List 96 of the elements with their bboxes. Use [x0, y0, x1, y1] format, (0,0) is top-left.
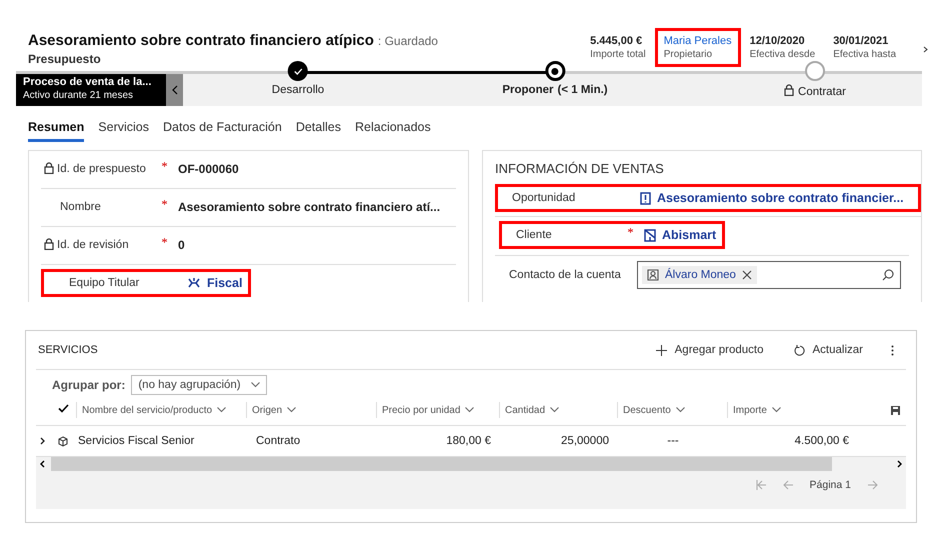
tab[interactable]: Servicios: [98, 120, 149, 142]
stage-duration: (< 1 Min.): [557, 84, 608, 96]
field-value: 0: [178, 238, 186, 252]
record-title: Asesoramiento sobre contrato financiero atípico: [28, 32, 374, 49]
chevron-down-icon: [287, 407, 296, 413]
lookup-link[interactable]: Asesoramiento sobre contrato financier...: [657, 191, 904, 205]
tab[interactable]: Detalles: [296, 120, 341, 142]
contact-icon: [647, 269, 659, 281]
save-status: : Guardado: [378, 34, 438, 48]
field-label: Oportunidad: [512, 190, 576, 206]
first-page-icon: [756, 480, 767, 490]
field-value: OF-000060: [178, 162, 240, 176]
field-label: Id. de revisión: [57, 239, 129, 251]
lock-icon: [44, 162, 54, 174]
column-header[interactable]: Descuento: [617, 402, 727, 418]
chevron-down-icon: [676, 407, 685, 413]
field-label: Id. de prespuesto: [57, 163, 146, 175]
plus-icon: [656, 344, 667, 356]
chevron-down-icon: [217, 407, 226, 413]
chevron-down-icon: [772, 407, 781, 413]
chevron-down-icon: [465, 407, 474, 413]
collapse-button[interactable]: [166, 74, 183, 106]
lookup-link[interactable]: Fiscal: [207, 276, 242, 290]
field-label: Nombre: [60, 201, 101, 213]
group-by-dropdown[interactable]: (no hay agrupación): [131, 375, 267, 395]
tab[interactable]: Relacionados: [354, 120, 431, 142]
stat-value: 12/10/2020: [750, 35, 806, 47]
lock-icon: [44, 238, 54, 250]
tab[interactable]: Datos de Facturación: [163, 120, 282, 142]
chevron-down-icon: [250, 382, 260, 388]
scroll-left-icon[interactable]: [40, 460, 45, 468]
page-number: Página 1: [810, 479, 851, 491]
process-name: Proceso de venta de la...: [23, 76, 152, 88]
stage-label[interactable]: Desarrollo: [272, 84, 324, 96]
check-icon[interactable]: [58, 404, 69, 413]
required-icon: [162, 200, 167, 205]
stat-value: 5.445,00 €: [590, 35, 644, 47]
check-icon: [294, 68, 302, 74]
add-product-button[interactable]: Agregar producto: [650, 343, 770, 357]
stat-label: Efectiva hasta: [833, 49, 896, 60]
scroll-right-icon[interactable]: [897, 460, 902, 468]
field-label: Cliente: [516, 228, 552, 242]
save-icon[interactable]: [891, 406, 900, 414]
stat-label: Efectiva desde: [750, 49, 816, 60]
box-icon: [58, 436, 68, 446]
table-cell-text: 180,00 €: [445, 435, 492, 447]
search-icon[interactable]: [882, 269, 894, 281]
lookup-link[interactable]: Abismart: [662, 228, 716, 242]
table-cell-text: Contrato: [255, 435, 302, 447]
close-icon[interactable]: [742, 270, 752, 280]
tab[interactable]: Resumen: [28, 120, 84, 142]
table-cell-text: 25,00000: [560, 435, 610, 447]
document-icon: [640, 192, 651, 204]
chevron-right-icon[interactable]: [40, 437, 46, 445]
required-icon: [162, 162, 167, 167]
table-cell-text: ---: [666, 435, 680, 447]
column-header[interactable]: Origen: [246, 402, 376, 418]
section-title: SERVICIOS: [38, 344, 99, 356]
chevron-down-icon: [550, 407, 560, 413]
chevron-left-icon: [172, 85, 178, 95]
building-icon: [644, 228, 656, 242]
lock-icon: [784, 84, 794, 96]
contact-field[interactable]: Álvaro Moneo: [637, 261, 901, 289]
stage-marker[interactable]: [545, 61, 565, 81]
process-panel[interactable]: Proceso de venta de la... Activo durante 21 meses: [16, 74, 166, 106]
stat-value: 30/01/2021: [833, 35, 890, 47]
refresh-icon: [794, 344, 804, 356]
refresh-button[interactable]: Actualizar: [788, 343, 869, 357]
required-icon: [628, 228, 633, 233]
table-cell-text: Servicios Fiscal Senior: [77, 435, 196, 447]
more-icon[interactable]: [891, 344, 894, 356]
record-type: Presupuesto: [28, 52, 102, 66]
stage-marker[interactable]: [288, 61, 308, 81]
column-header[interactable]: Cantidad: [499, 402, 617, 418]
stage-marker[interactable]: [805, 61, 825, 81]
arrow-left-icon: [782, 480, 794, 490]
field-label: Equipo Titular: [69, 277, 140, 289]
field-label: Contacto de la cuenta: [509, 268, 621, 282]
table-cell-text: 4.500,00 €: [794, 435, 850, 447]
stat-label: Importe total: [590, 49, 646, 60]
stage-label[interactable]: Contratar: [798, 86, 846, 98]
process-duration: Activo durante 21 meses: [23, 90, 134, 101]
column-header[interactable]: Precio por unidad: [376, 402, 499, 418]
required-icon: [162, 238, 167, 243]
stage-label[interactable]: Proponer: [502, 84, 554, 96]
chevron-right-icon[interactable]: [923, 46, 928, 53]
stat-label: Propietario: [664, 49, 714, 60]
scrollbar-thumb[interactable]: [51, 457, 832, 471]
column-header[interactable]: Importe: [727, 402, 857, 418]
owner-link[interactable]: Maria Perales: [664, 35, 732, 47]
column-header[interactable]: Nombre del servicio/producto: [76, 402, 246, 418]
arrow-right-icon: [867, 480, 878, 490]
team-icon: [187, 277, 201, 289]
section-title: INFORMACIÓN DE VENTAS: [495, 161, 665, 176]
field-value: Asesoramiento sobre contrato financiero atí...: [178, 200, 442, 214]
group-by-label: Agrupar por:: [52, 378, 126, 392]
